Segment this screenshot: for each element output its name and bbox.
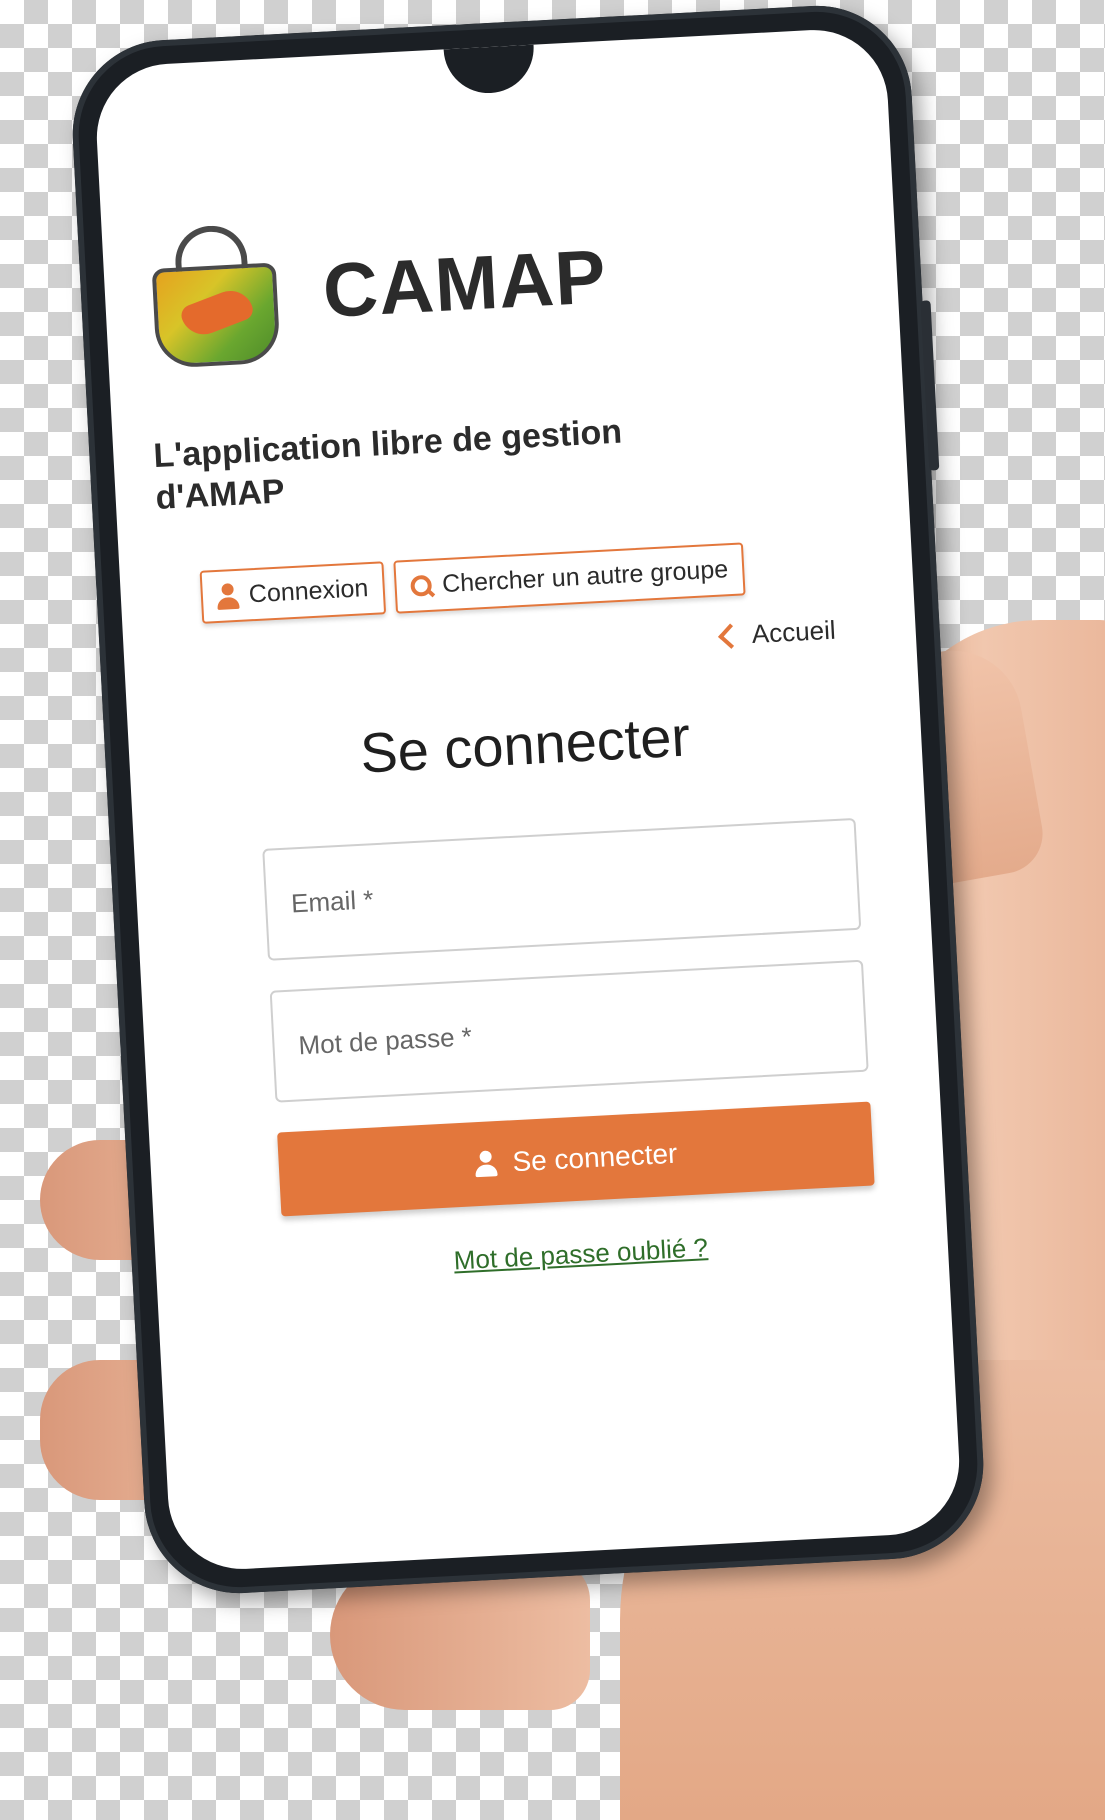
search-icon bbox=[410, 574, 433, 597]
phone-screen: CAMAP L'application libre de gestion d'A… bbox=[93, 26, 963, 1573]
login-form: Email * Mot de passe * Se connecter Mot … bbox=[174, 816, 908, 1290]
submit-login-label: Se connecter bbox=[511, 1137, 679, 1178]
phone-side-button bbox=[920, 300, 940, 471]
password-placeholder: Mot de passe * bbox=[297, 1020, 473, 1060]
password-field[interactable]: Mot de passe * bbox=[269, 959, 869, 1103]
chevron-left-icon bbox=[718, 622, 744, 649]
top-nav: Connexion Chercher un autre groupe bbox=[160, 536, 874, 626]
search-group-label: Chercher un autre groupe bbox=[441, 555, 729, 599]
login-page: CAMAP L'application libre de gestion d'A… bbox=[141, 188, 908, 1290]
login-nav-label: Connexion bbox=[248, 574, 369, 609]
app-tagline: L'application libre de gestion d'AMAP bbox=[152, 412, 623, 518]
user-icon bbox=[216, 582, 239, 609]
camera-notch bbox=[443, 44, 536, 96]
back-home-label: Accueil bbox=[751, 614, 837, 650]
user-icon bbox=[474, 1150, 497, 1177]
login-nav-button[interactable]: Connexion bbox=[199, 561, 386, 624]
forgot-password-link[interactable]: Mot de passe oublié ? bbox=[283, 1223, 878, 1285]
search-group-button[interactable]: Chercher un autre groupe bbox=[392, 542, 746, 614]
phone-device: CAMAP L'application libre de gestion d'A… bbox=[67, 1, 989, 1598]
email-placeholder: Email * bbox=[290, 883, 375, 919]
app-title: CAMAP bbox=[320, 233, 609, 334]
brand-header: CAMAP bbox=[141, 188, 860, 375]
email-field[interactable]: Email * bbox=[262, 817, 862, 961]
page-title: Se connecter bbox=[358, 704, 692, 785]
back-home-link[interactable]: Accueil bbox=[164, 613, 877, 681]
camap-logo[interactable] bbox=[141, 218, 289, 375]
submit-login-button[interactable]: Se connecter bbox=[277, 1101, 875, 1217]
